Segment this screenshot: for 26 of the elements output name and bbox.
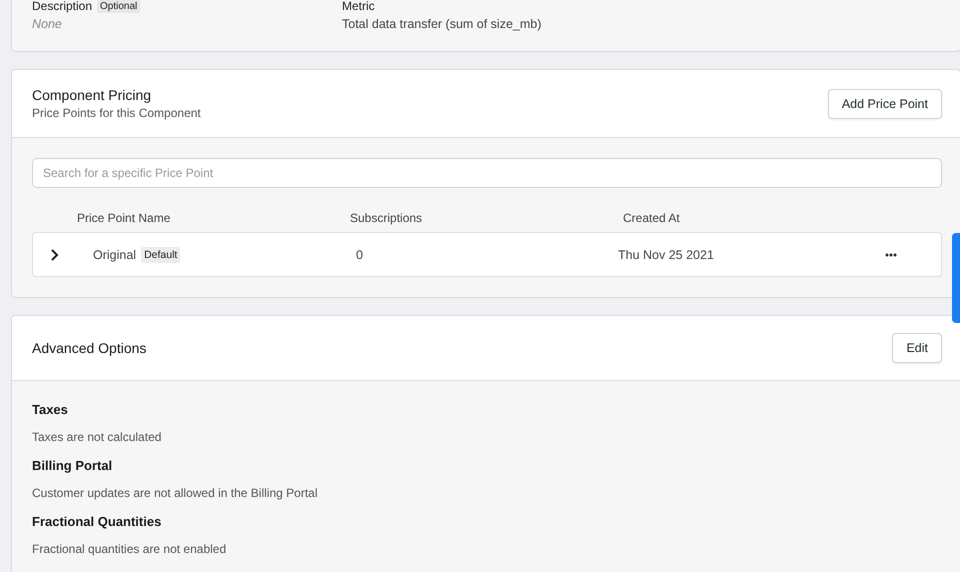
field-label: Description xyxy=(32,0,92,13)
table-cell-text: 0 xyxy=(356,248,364,262)
section-text: Taxes are not calculated xyxy=(32,430,162,446)
card-subtitle: Price Points for this Component xyxy=(32,106,201,120)
section-text: Fractional quantities are not enabled xyxy=(32,542,228,558)
card-title: Component Pricing xyxy=(32,87,152,103)
default-tag: Default xyxy=(141,246,180,262)
chevron-icon[interactable] xyxy=(49,248,59,260)
search-field[interactable]: Search for a specific Price Point xyxy=(32,158,942,188)
section-text: Customer updates are not allowed in the Billing Portal xyxy=(32,486,318,502)
section-title: Billing Portal xyxy=(32,458,114,475)
section-title: Fractional Quantities xyxy=(32,514,162,531)
table-cell: Original xyxy=(93,248,136,262)
field-value: Total data transfer (sum of size_mb) xyxy=(342,17,542,31)
more-icon[interactable] xyxy=(885,252,897,256)
add-price-point-button[interactable]: Add Price Point xyxy=(828,88,942,118)
column-header: Subscriptions xyxy=(350,211,424,225)
card-title: Advanced Options xyxy=(32,340,146,356)
table-cell-text: Thu Nov 25 2021 xyxy=(618,248,715,262)
column-header: Price Point Name xyxy=(77,211,172,225)
field-value: None xyxy=(32,17,63,31)
edit-button[interactable]: Edit xyxy=(892,333,942,363)
optional-tag: Optional xyxy=(97,0,140,12)
section-title: Taxes xyxy=(32,402,69,419)
column-header: Created At xyxy=(623,211,681,225)
field-label: Metric xyxy=(342,0,375,13)
